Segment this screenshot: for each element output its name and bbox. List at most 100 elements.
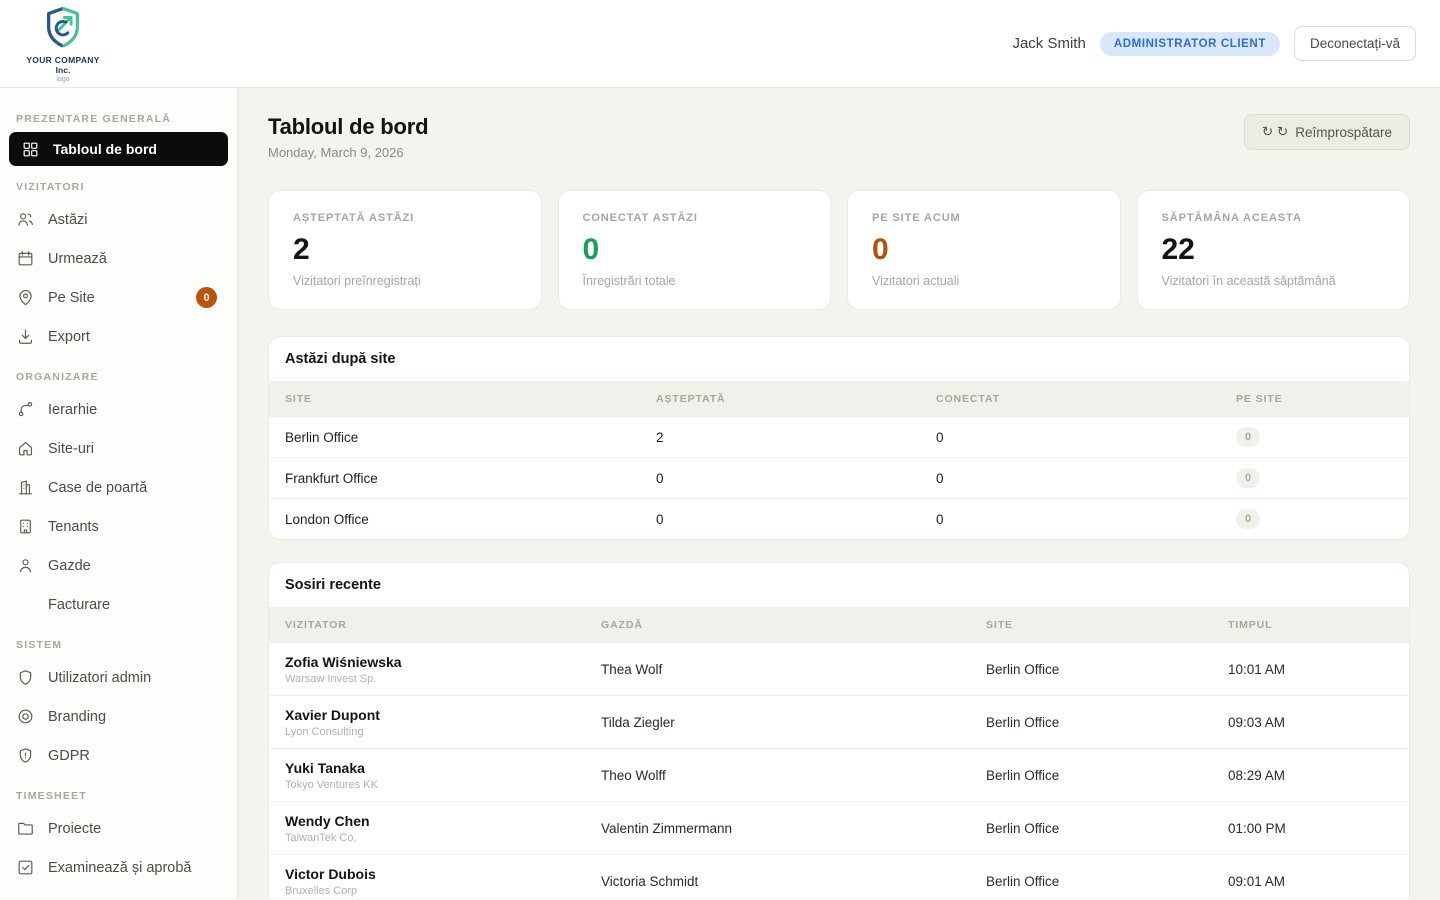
table-row[interactable]: Frankfurt Office 0 0 0 xyxy=(269,457,1409,498)
person-icon xyxy=(16,556,35,575)
people-icon xyxy=(16,210,35,229)
top-header: YOUR COMPANY Inc. logo Jack Smith ADMINI… xyxy=(0,0,1440,88)
host-name: Victoria Schmidt xyxy=(601,873,699,889)
recent-arrivals-card: Sosiri recente VIZITATOR GAZDĂ SITE TIMP… xyxy=(268,562,1410,899)
sidebar-item-label: Pe Site xyxy=(48,289,95,306)
sidebar-item-hierarchy[interactable]: Ierarhie xyxy=(0,390,237,429)
column-header: GAZDĂ xyxy=(601,618,643,631)
visitor-company: TaiwanTek Co. xyxy=(285,831,357,844)
user-name: Jack Smith xyxy=(1012,35,1086,52)
visitor-company: Lyon Consulting xyxy=(285,725,364,738)
stat-sublabel: Înregistrări totale xyxy=(582,274,676,288)
hierarchy-icon xyxy=(16,400,35,419)
arrival-time: 01:00 PM xyxy=(1228,820,1286,836)
sidebar-item-today[interactable]: Astăzi xyxy=(0,200,237,239)
stat-value: 0 xyxy=(872,233,889,266)
sidebar-item-label: Export xyxy=(48,328,90,345)
arrival-time: 09:03 AM xyxy=(1228,714,1286,730)
folder-icon xyxy=(16,819,35,838)
stat-label: SĂPTĂMÂNA ACEASTA xyxy=(1161,212,1302,224)
refresh-label: Reîmprospătare xyxy=(1295,124,1392,140)
sidebar-item-hosts[interactable]: Gazde xyxy=(0,546,237,585)
sidebar-item-dashboard[interactable]: Tabloul de bord xyxy=(9,132,228,166)
host-name: Tilda Ziegler xyxy=(601,714,675,730)
company-logo[interactable]: YOUR COMPANY Inc. logo xyxy=(24,4,102,83)
sidebar-item-label: Facturare xyxy=(48,596,111,613)
expected-count: 0 xyxy=(656,511,664,527)
column-header: AȘTEPTATĂ xyxy=(656,392,726,405)
site-name: Berlin Office xyxy=(986,714,1060,730)
refresh-button[interactable]: ↻ ↻ Reîmprospătare xyxy=(1243,114,1410,150)
stat-sublabel: Vizitatori în această săptămână xyxy=(1161,274,1336,288)
stat-sublabel: Vizitatori preînregistrați xyxy=(293,274,421,288)
today-by-site-card: Astăzi după site SITE AȘTEPTATĂ CONECTAT… xyxy=(268,336,1410,540)
calendar-icon xyxy=(16,249,35,268)
sidebar-item-branding[interactable]: Branding xyxy=(0,697,237,736)
sidebar-item-gatehouses[interactable]: Case de poartă xyxy=(0,468,237,507)
sidebar-item-sites[interactable]: Site-uri xyxy=(0,429,237,468)
table-row[interactable]: Zofia Wiśniewska Warsaw Invest Sp. Thea … xyxy=(269,642,1409,695)
download-icon xyxy=(16,327,35,346)
column-header: SITE xyxy=(986,618,1013,631)
connected-count: 0 xyxy=(936,470,944,486)
sidebar-item-upcoming[interactable]: Urmează xyxy=(0,239,237,278)
today-by-site-title: Astăzi după site xyxy=(285,351,396,367)
sidebar-item-onsite[interactable]: Pe Site 0 xyxy=(0,278,237,317)
sidebar-item-label: GDPR xyxy=(48,747,90,764)
connected-count: 0 xyxy=(936,511,944,527)
sidebar-item-label: Examinează și aprobă xyxy=(48,859,192,876)
visitor-name: Zofia Wiśniewska xyxy=(285,653,402,670)
sidebar-item-label: Ierarhie xyxy=(48,401,98,418)
sidebar-item-projects[interactable]: Proiecte xyxy=(0,809,237,848)
logout-button[interactable]: Deconectați-vă xyxy=(1293,26,1416,61)
table-row[interactable]: Yuki Tanaka Tokyo Ventures KK Theo Wolff… xyxy=(269,748,1409,801)
table-row[interactable]: Berlin Office 2 0 0 xyxy=(269,416,1409,457)
host-name: Theo Wolff xyxy=(601,767,666,783)
section-label-system: SISTEM xyxy=(16,639,63,651)
visitor-name: Victor Dubois xyxy=(285,865,376,882)
visitor-name: Yuki Tanaka xyxy=(285,759,365,776)
sidebar-item-tenants[interactable]: Tenants xyxy=(0,507,237,546)
column-header: CONECTAT xyxy=(936,392,1000,405)
site-name: Berlin Office xyxy=(986,767,1060,783)
logo-company-text: YOUR COMPANY xyxy=(26,55,100,65)
header-user-area: Jack Smith ADMINISTRATOR CLIENT Deconect… xyxy=(1012,26,1416,61)
table-row[interactable]: London Office 0 0 0 xyxy=(269,498,1409,539)
table-row[interactable]: Wendy Chen TaiwanTek Co. Valentin Zimmer… xyxy=(269,801,1409,854)
today-by-site-header: SITE AȘTEPTATĂ CONECTAT PE SITE xyxy=(269,381,1409,416)
column-header: SITE xyxy=(285,392,312,405)
logo-shield-icon xyxy=(40,4,86,55)
sidebar-item-label: Tabloul de bord xyxy=(53,141,157,157)
recent-arrivals-title: Sosiri recente xyxy=(285,577,381,593)
stat-card-this-week: SĂPTĂMÂNA ACEASTA 22 Vizitatori în aceas… xyxy=(1136,190,1410,310)
sidebar-item-billing[interactable]: Facturare xyxy=(0,585,237,624)
visitor-name: Xavier Dupont xyxy=(285,706,380,723)
sidebar-item-admin-users[interactable]: Utilizatori admin xyxy=(0,658,237,697)
sidebar-item-export-visitors[interactable]: Export xyxy=(0,317,237,356)
arrival-time: 08:29 AM xyxy=(1228,767,1286,783)
app-root: YOUR COMPANY Inc. logo Jack Smith ADMINI… xyxy=(0,0,1440,899)
main-content: Tabloul de bord Monday, March 9, 2026 ↻ … xyxy=(238,88,1440,899)
page-date: Monday, March 9, 2026 xyxy=(268,145,404,160)
site-name: Frankfurt Office xyxy=(285,470,378,486)
sidebar-item-label: Tenants xyxy=(48,518,99,535)
site-name: London Office xyxy=(285,511,369,527)
column-header: TIMPUL xyxy=(1228,618,1273,631)
stat-label: CONECTAT ASTĂZI xyxy=(582,212,698,224)
shield-dot-icon xyxy=(16,746,35,765)
expected-count: 2 xyxy=(656,429,664,445)
blank-icon xyxy=(16,595,35,614)
section-label-timesheet: TIMESHEET xyxy=(16,790,87,802)
sidebar-item-label: Export xyxy=(48,899,90,900)
sidebar-item-label: Case de poartă xyxy=(48,479,148,496)
table-row[interactable]: Xavier Dupont Lyon Consulting Tilda Zieg… xyxy=(269,695,1409,748)
sidebar-item-review-approve[interactable]: Examinează și aprobă xyxy=(0,848,237,887)
sidebar-item-label: Gazde xyxy=(48,557,91,574)
sidebar-item-gdpr[interactable]: GDPR xyxy=(0,736,237,775)
table-row[interactable]: Victor Dubois Bruxelles Corp Victoria Sc… xyxy=(269,854,1409,899)
column-header: VIZITATOR xyxy=(285,618,347,631)
sidebar-item-export-timesheet[interactable]: Export xyxy=(0,887,237,900)
section-label-organize: ORGANIZARE xyxy=(16,371,99,383)
sidebar-item-label: Site-uri xyxy=(48,440,94,457)
check-square-icon xyxy=(16,858,35,877)
